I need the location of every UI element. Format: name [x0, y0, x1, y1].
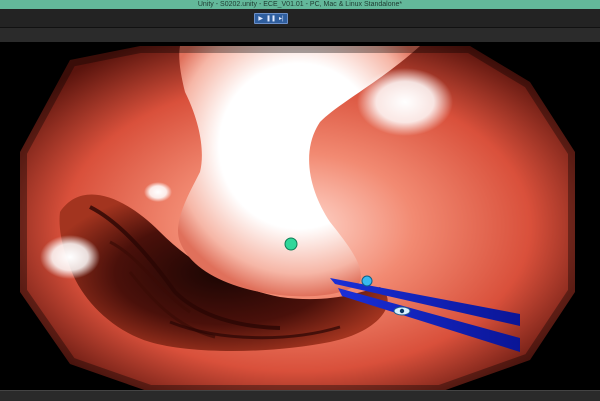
scene-view-header [0, 28, 600, 43]
step-icon[interactable]: ▸| [279, 15, 284, 22]
capsule-camera-marker-icon [284, 237, 298, 251]
play-icon[interactable]: ▶ [258, 15, 263, 22]
highlight-mid [144, 182, 172, 202]
eye-marker-icon [393, 306, 411, 316]
endoscopy-scene [13, 42, 582, 390]
window-title: Unity - S0202.unity - ECE_V01.01 - PC, M… [0, 0, 600, 9]
highlight-right [357, 68, 453, 136]
editor-toolbar: ▶ ❚❚ ▸| [0, 9, 600, 28]
game-viewport[interactable] [0, 42, 600, 390]
pause-icon[interactable]: ❚❚ [266, 15, 276, 22]
status-bar [0, 390, 600, 401]
highlight-left [40, 235, 100, 279]
tool-tip-marker-icon [361, 275, 373, 287]
play-controls: ▶ ❚❚ ▸| [254, 13, 288, 24]
